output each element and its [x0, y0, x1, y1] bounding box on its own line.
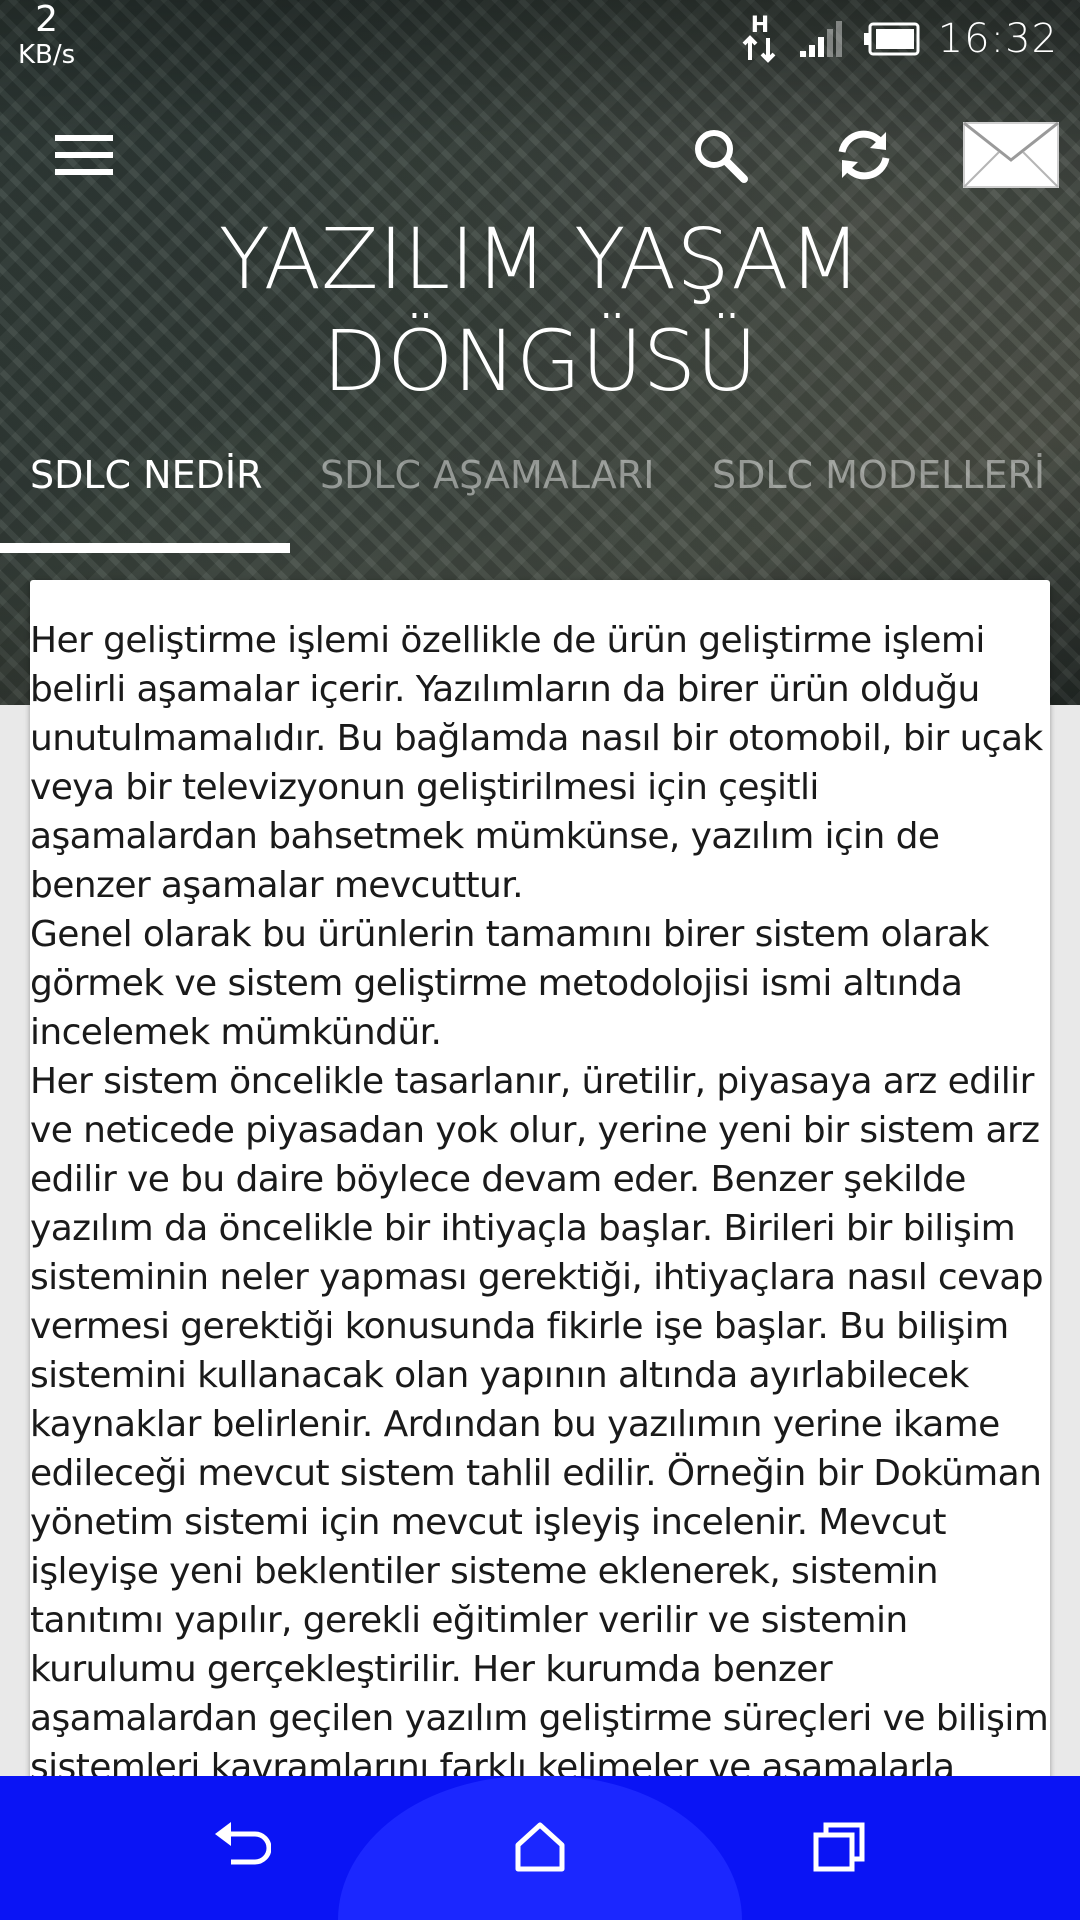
app-title: YAZILIM YAŞAM DÖNGÜSÜ [0, 208, 1080, 418]
search-button[interactable] [670, 112, 770, 202]
status-bar: 2 KB/s H 16:32 [0, 0, 1080, 80]
network-speed-unit: KB/s [18, 40, 76, 70]
content-text: Her geliştirme işlemi özellikle de ürün … [30, 620, 1049, 1780]
tab-sdlc-nedir[interactable]: SDLC NEDİR [30, 440, 262, 510]
tab-bar: SDLC NEDİR SDLC AŞAMALARI SDLC MODELLERİ [0, 440, 1080, 520]
status-clock: 16:32 [937, 16, 1058, 62]
menu-button[interactable] [34, 112, 134, 202]
mail-button[interactable] [955, 112, 1067, 202]
active-tab-indicator [0, 543, 290, 553]
tab-sdlc-modelleri[interactable]: SDLC MODELLERİ [712, 440, 1045, 510]
network-speed-value: 2 [35, 0, 59, 40]
status-icons: H 16:32 [740, 12, 1058, 66]
data-transfer-icon: H [740, 12, 780, 66]
refresh-button[interactable] [814, 112, 914, 202]
content-card[interactable]: Her geliştirme işlemi özellikle de ürün … [30, 580, 1050, 1780]
battery-icon [862, 22, 920, 56]
refresh-icon [832, 126, 896, 188]
home-button[interactable] [485, 1804, 595, 1894]
signal-icon [798, 19, 844, 59]
network-type-label: H [751, 13, 769, 38]
recent-apps-icon [812, 1821, 866, 1877]
tab-sdlc-asamalari[interactable]: SDLC AŞAMALARI [320, 440, 654, 510]
mail-icon [961, 120, 1061, 194]
system-navigation-bar [0, 1776, 1080, 1920]
app-toolbar [0, 90, 1080, 220]
search-icon [692, 127, 748, 187]
recent-apps-button[interactable] [784, 1804, 894, 1894]
menu-icon [55, 133, 113, 181]
app-title-line-1: YAZILIM YAŞAM [218, 210, 862, 308]
network-speed: 2 KB/s [18, 0, 76, 70]
app-title-line-2: DÖNGÜSÜ [322, 312, 758, 410]
back-button[interactable] [186, 1804, 296, 1894]
back-icon [211, 1820, 272, 1878]
home-icon [514, 1821, 566, 1877]
